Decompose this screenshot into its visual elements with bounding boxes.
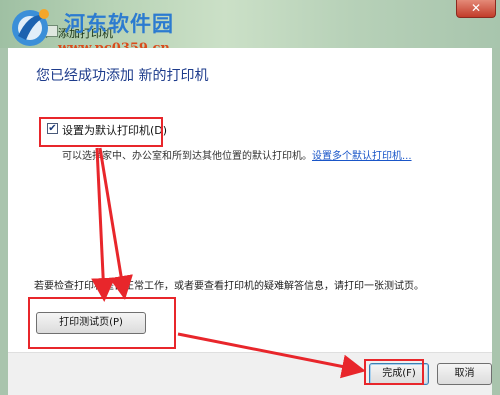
watermark-logo-icon [12,9,49,46]
default-printer-description: 可以选择家中、办公室和所到达其他位置的默认打印机。设置多个默认打印机... [62,147,412,162]
page-heading: 您已经成功添加 新的打印机 [36,68,209,84]
description-text: 可以选择家中、办公室和所到达其他位置的默认打印机。 [62,151,312,162]
close-button[interactable]: ✕ [456,0,496,18]
add-printer-window: ◀ 添加打印机 ✕ 河东软件园 www.pc0359.cn 您已经成功添加 新的… [0,0,500,395]
window-border-left [0,48,8,395]
annotation-box-finish [364,359,424,385]
set-multiple-defaults-link[interactable]: 设置多个默认打印机... [312,151,412,162]
test-page-prompt: 若要检查打印机是否正常工作，或者要查看打印机的疑难解答信息，请打印一张测试页。 [34,281,424,292]
annotation-box-test-button [28,297,176,349]
cancel-button[interactable]: 取消 [437,363,492,385]
annotation-box-checkbox [39,117,163,147]
window-border-right [492,48,500,395]
watermark-name: 河东软件园 [64,11,174,36]
